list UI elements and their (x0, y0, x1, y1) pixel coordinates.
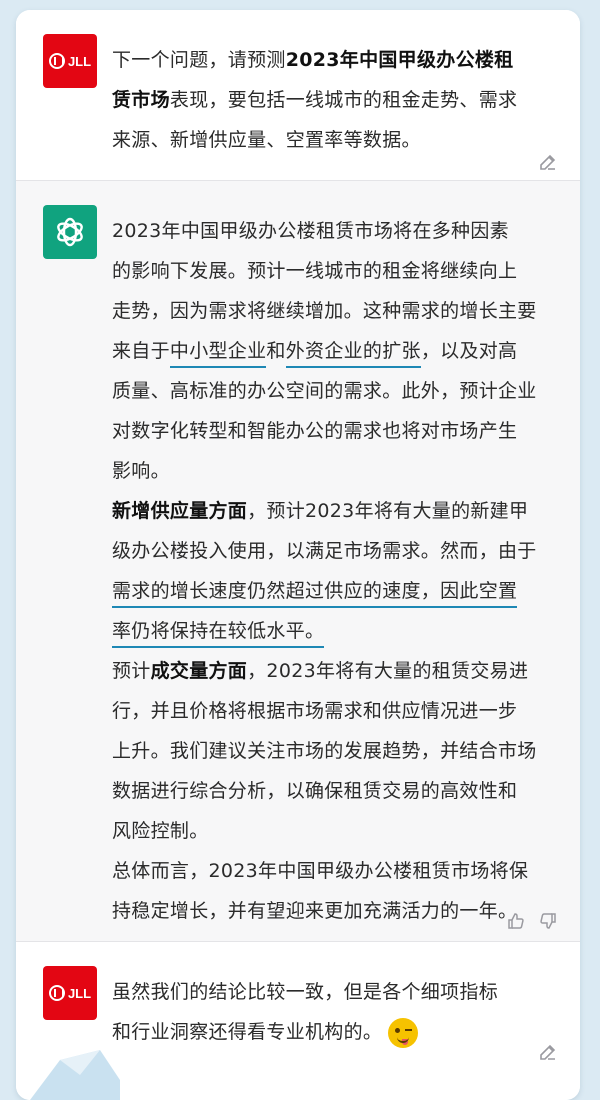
highlight-demand-growth[interactable]: 需求的增长速度仍然超过供应的速度，因此空置 (112, 580, 518, 608)
jll-logo-icon: JLL (48, 53, 91, 69)
chat-card: JLL 下一个问题，请预测2023年中国甲级办公楼租 赁市场表现，要包括一线城市… (16, 10, 580, 1100)
assistant-message-text: 2023年中国甲级办公楼租赁市场将在多种因素 的影响下发展。预计一线城市的租金将… (112, 211, 558, 931)
decorative-illustration (30, 1050, 120, 1100)
edit-icon[interactable] (538, 1042, 558, 1062)
assistant-message: 2023年中国甲级办公楼租赁市场将在多种因素 的影响下发展。预计一线城市的租金将… (16, 180, 580, 942)
jll-avatar: JLL (43, 34, 97, 88)
paragraph-overview: 2023年中国甲级办公楼租赁市场将在多种因素 的影响下发展。预计一线城市的租金将… (112, 220, 537, 482)
highlight-sme[interactable]: 中小型企业 (169, 340, 267, 368)
paragraph-conclusion: 总体而言，2023年中国甲级办公楼租赁市场将保 持稳定增长，并有望迎来更加充满活… (112, 860, 529, 922)
jll-logo-icon: JLL (48, 985, 91, 1001)
winking-face-emoji (388, 1017, 419, 1048)
user-message-text: 下一个问题，请预测2023年中国甲级办公楼租 赁市场表现，要包括一线城市的租金走… (112, 49, 518, 151)
user-message-1: JLL 下一个问题，请预测2023年中国甲级办公楼租 赁市场表现，要包括一线城市… (16, 10, 580, 180)
chatgpt-avatar (43, 205, 97, 259)
paragraph-supply: 新增供应量方面，预计2023年将有大量的新建甲 级办公楼投入使用，以满足市场需求… (112, 491, 558, 651)
highlight-foreign-enterprises[interactable]: 外资企业的扩张 (285, 340, 421, 368)
edit-icon[interactable] (538, 152, 558, 172)
user-message-text: 虽然我们的结论比较一致，但是各个细项指标 和行业洞察还得看专业机构的。 (112, 972, 558, 1052)
highlight-vacancy-rate[interactable]: 率仍将保持在较低水平。 (112, 620, 325, 648)
thumbs-up-icon[interactable] (506, 911, 526, 931)
openai-logo-icon (57, 217, 83, 247)
paragraph-volume: 预计成交量方面，2023年将有大量的租赁交易进 行，并且价格将根据市场需求和供应… (112, 660, 537, 842)
thumbs-down-icon[interactable] (538, 911, 558, 931)
jll-avatar: JLL (43, 966, 97, 1020)
